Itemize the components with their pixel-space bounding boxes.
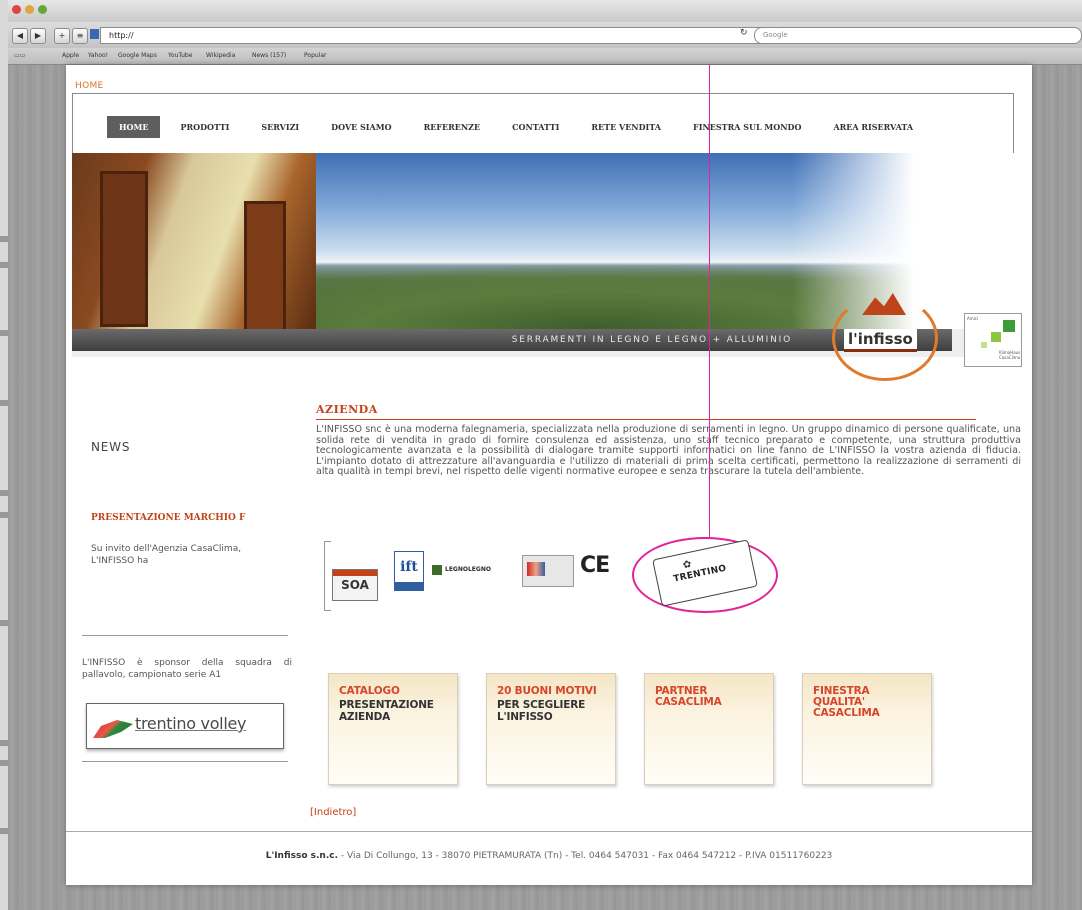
news-excerpt: Su invito dell'Agenzia CasaClima, L'INFI… [91,544,242,566]
bookmark-yahoo[interactable]: Yahoo! [88,52,108,59]
ift-logo[interactable]: ift [394,551,424,591]
bookmark-google-maps[interactable]: Google Maps [118,52,157,59]
address-bar[interactable]: http:// [100,27,770,44]
company-logo[interactable]: l'infisso [844,329,917,352]
catalogo-button[interactable]: CATALOGO PRESENTAZIONE AZIENDA [328,673,458,785]
menu-item-rete-vendita[interactable]: RETE VENDITA [579,116,673,138]
back-link[interactable]: [Indietro] [310,807,356,818]
news-heading: NEWS [91,440,131,454]
klimahaus-badge[interactable]: Amici KlimaHaus CasaClima [964,313,1022,367]
menu-item-referenze[interactable]: REFERENZE [412,116,493,138]
buoni-motivi-title: 20 BUONI MOTIVI [497,685,597,697]
back-button[interactable]: ◀ [12,28,28,44]
annotation-line [709,65,710,537]
bookmarks-button[interactable]: ≡ [72,28,88,44]
reload-icon[interactable]: ↻ [740,28,748,38]
azienda-heading: AZIENDA [316,403,378,416]
finestra-qualita-button[interactable]: FINESTRA QUALITA' CASACLIMA [802,673,932,785]
bookmark-news[interactable]: News (157) [252,52,286,59]
sidebar-divider [82,635,288,636]
trentino-label: TRENTINO [672,563,728,585]
favicon-icon [90,29,99,39]
header-banner: SERRAMENTI IN LEGNO E LEGNO + ALLUMINIO … [72,153,1022,381]
banner-house-photo [72,153,316,335]
menu-item-servizi[interactable]: SERVIZI [249,116,311,138]
volley-logo-text: trentino volley [135,714,247,733]
main-menu: HOME PRODOTTI SERVIZI DOVE SIAMO REFEREN… [107,116,933,138]
soa-logo[interactable]: SOA [332,569,378,601]
bookmark-wikipedia[interactable]: Wikipedia [206,52,235,59]
news-title-link[interactable]: PRESENTAZIONE MARCHIO F [91,513,281,523]
window-titlebar [8,0,1082,23]
add-bookmark-button[interactable]: + [54,28,70,44]
footer: L'Infisso s.n.c. - Via Di Collungo, 13 -… [66,851,1032,861]
catalogo-title: CATALOGO [339,685,400,697]
buoni-motivi-button[interactable]: 20 BUONI MOTIVI PER SCEGLIERE L'INFISSO [486,673,616,785]
bookmark-popular[interactable]: Popular [304,52,327,59]
trentino-butterfly-icon: ✿ [681,558,693,572]
partner-casaclima-title: PARTNER CASACLIMA [655,685,722,708]
menu-item-prodotti[interactable]: PRODOTTI [168,116,241,138]
catalogo-subtitle: PRESENTAZIONE AZIENDA [339,699,434,723]
forward-button[interactable]: ▶ [30,28,46,44]
banner-tagline-bar: SERRAMENTI IN LEGNO E LEGNO + ALLUMINIO [72,329,952,351]
legnolegno-logo[interactable]: LEGNOLEGNO [432,563,518,577]
quality-cert-logo[interactable] [522,555,574,587]
partner-casaclima-button[interactable]: PARTNER CASACLIMA [644,673,774,785]
main-menu-box: HOME PRODOTTI SERVIZI DOVE SIAMO REFEREN… [72,93,1014,154]
bookmark-apple[interactable]: Apple [62,52,79,59]
finestra-qualita-title: FINESTRA QUALITA' CASACLIMA [813,685,880,719]
footer-details: - Via Di Collungo, 13 - 38070 PIETRAMURA… [338,851,833,861]
sidebar-divider-bottom [82,761,288,762]
sponsor-text: L'INFISSO è sponsor della squadra di pal… [82,658,292,680]
browser-toolbar: ◀ ▶ + ≡ http:// ↻ Google [8,22,1082,48]
klimahaus-badge-label: KlimaHaus CasaClima [999,350,1021,360]
certification-logos: SOA ift LEGNOLEGNO CE [324,541,644,621]
footer-divider [66,831,1032,832]
banner-tagline: SERRAMENTI IN LEGNO E LEGNO + ALLUMINIO [511,335,792,345]
ce-mark: CE [580,553,610,578]
volley-swoosh-icon [93,720,133,738]
trentino-volley-banner[interactable]: trentino volley [86,703,284,749]
bookmark-youtube[interactable]: YouTube [168,52,192,59]
zoom-window-button[interactable] [38,5,47,14]
minimize-window-button[interactable] [25,5,34,14]
klimahaus-badge-caption: Amici [967,316,979,321]
footer-company: L'Infisso s.n.c. [265,851,339,861]
menu-item-dove-siamo[interactable]: DOVE SIAMO [319,116,403,138]
breadcrumb[interactable]: HOME [75,81,104,91]
buoni-motivi-subtitle: PER SCEGLIERE L'INFISSO [497,699,586,723]
web-page: HOME HOME PRODOTTI SERVIZI DOVE SIAMO RE… [66,65,1032,885]
bookmarks-bar: ▭▭ Apple Yahoo! Google Maps YouTube Wiki… [8,48,1082,65]
reading-list-icon[interactable]: ▭▭ [14,52,25,59]
azienda-text: L'INFISSO snc è una moderna falegnameria… [316,424,1021,478]
menu-item-area-riservata[interactable]: AREA RISERVATA [821,116,925,138]
menu-item-home[interactable]: HOME [107,116,161,138]
close-window-button[interactable] [12,5,21,14]
menu-item-contatti[interactable]: CONTATTI [500,116,571,138]
search-field[interactable]: Google [754,27,1082,44]
menu-item-finestra-sul-mondo[interactable]: FINESTRA SUL MONDO [681,116,813,138]
azienda-underline [316,419,976,420]
